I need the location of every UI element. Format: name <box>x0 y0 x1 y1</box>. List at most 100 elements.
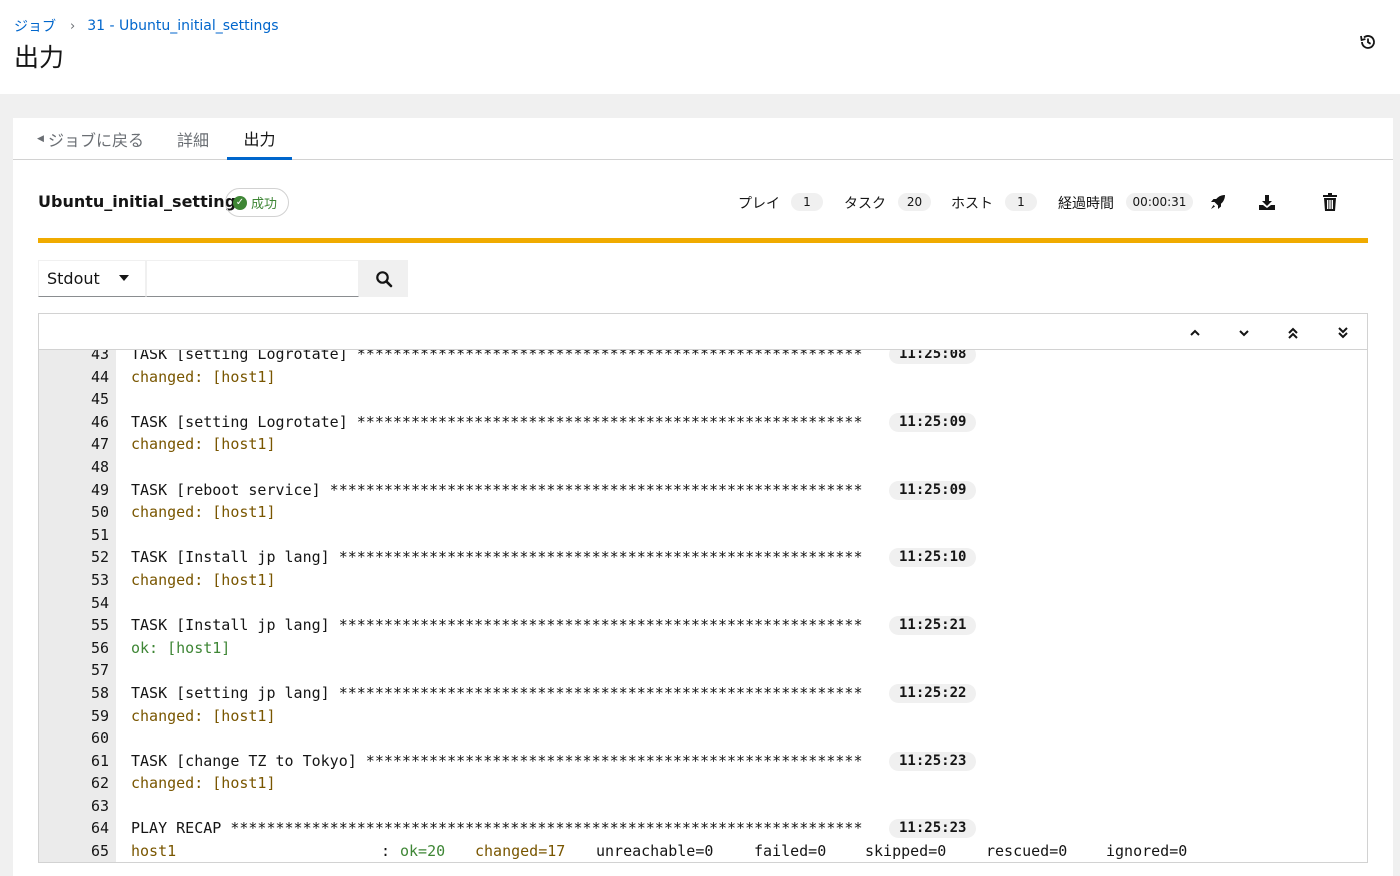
angle-down-icon <box>1239 330 1249 337</box>
relaunch-button[interactable] <box>1206 190 1230 214</box>
recap-rescued: rescued=0 <box>986 842 1068 861</box>
line-text: TASK [setting jp lang] *****************… <box>131 683 863 702</box>
line-text: TASK [setting Logrotate] ***************… <box>131 412 863 431</box>
page-title: 出力 <box>14 43 65 72</box>
line-number: 47 <box>90 435 109 454</box>
status-label: 成功 <box>251 197 278 212</box>
trash-icon <box>1323 193 1337 211</box>
timestamp-badge: 11:25:09 <box>889 480 977 500</box>
hosts-count: 1 <box>1005 193 1037 211</box>
search-type-select[interactable]: Stdout <box>38 260 146 297</box>
angle-double-down-icon <box>1338 327 1348 339</box>
hosts-label: ホスト <box>951 196 993 212</box>
line-text: TASK [Install jp lang] *****************… <box>131 616 863 635</box>
line-number: 58 <box>90 683 109 702</box>
recap-ignored: ignored=0 <box>1106 842 1188 861</box>
chevron-right-icon: › <box>70 18 76 34</box>
search-button[interactable] <box>359 260 408 297</box>
output-line: 62 changed: [host1] <box>39 772 1367 795</box>
output-line: 64 PLAY RECAP ***************************… <box>39 817 1367 840</box>
play-recap-line: 65 host1: ok=20 changed=17 unreachable=0 fail… <box>39 840 1367 862</box>
recap-skipped: skipped=0 <box>865 842 947 861</box>
line-number: 53 <box>90 570 109 589</box>
output-line: 61 TASK [change TZ to Tokyo] ************… <box>39 750 1367 773</box>
timestamp-badge: 11:25:23 <box>889 751 977 771</box>
recap-failed: failed=0 <box>754 842 827 861</box>
line-text: TASK [Install jp lang] *****************… <box>131 548 863 567</box>
timestamp-badge: 11:25:22 <box>889 683 977 703</box>
tasks-count: 20 <box>898 193 931 211</box>
scroll-last-button[interactable] <box>1333 323 1353 343</box>
output-lines: 43 TASK [setting Logrotate] *************… <box>39 343 1367 862</box>
line-text: TASK [reboot service] ******************… <box>131 480 863 499</box>
line-number: 65 <box>90 842 109 861</box>
search-icon <box>375 270 392 287</box>
caret-left-icon: ◀ <box>37 134 44 144</box>
output-line: 51 <box>39 524 1367 547</box>
output-line: 54 <box>39 592 1367 615</box>
angle-double-up-icon <box>1288 327 1298 339</box>
page-header: ジョブ › 31 - Ubuntu_initial_settings 出力 <box>0 0 1400 94</box>
timestamp-badge: 11:25:23 <box>889 819 977 839</box>
output-line: 53 changed: [host1] <box>39 569 1367 592</box>
line-number: 45 <box>90 390 109 409</box>
scroll-next-button[interactable] <box>1234 323 1254 343</box>
breadcrumb-current-job-link[interactable]: 31 - Ubuntu_initial_settings <box>87 18 278 34</box>
recap-unreachable: unreachable=0 <box>596 842 714 861</box>
line-text: changed: [host1] <box>131 706 276 725</box>
download-button[interactable] <box>1255 190 1279 214</box>
job-output-card: ◀ ジョブに戻る 詳細 出力 Ubuntu_initial_settings ✓… <box>13 118 1393 876</box>
tab-back-label: ジョブに戻る <box>47 131 144 150</box>
line-number: 57 <box>90 661 109 680</box>
tasks-label: タスク <box>844 196 886 212</box>
line-number: 54 <box>90 593 109 612</box>
tab-details[interactable]: 詳細 <box>168 118 218 160</box>
recap-changed: changed=17 <box>475 842 566 861</box>
line-text: changed: [host1] <box>131 774 276 793</box>
line-number: 49 <box>90 480 109 499</box>
output-line: 48 <box>39 456 1367 479</box>
timestamp-badge: 11:25:21 <box>889 616 977 636</box>
line-number: 51 <box>90 525 109 544</box>
line-number: 63 <box>90 796 109 815</box>
output-line: 60 <box>39 727 1367 750</box>
output-line: 63 <box>39 795 1367 818</box>
job-status-progress-bar <box>38 238 1368 243</box>
scroll-first-button[interactable] <box>1283 323 1303 343</box>
breadcrumb: ジョブ › 31 - Ubuntu_initial_settings <box>14 16 279 36</box>
elapsed-time: 00:00:31 <box>1126 193 1193 211</box>
recap-colon: : <box>381 842 391 861</box>
line-text: changed: [host1] <box>131 435 276 454</box>
line-text: changed: [host1] <box>131 367 276 386</box>
delete-button[interactable] <box>1318 190 1342 214</box>
search-input[interactable] <box>146 260 359 297</box>
output-line: 46 TASK [setting Logrotate] *************… <box>39 411 1367 434</box>
line-number: 55 <box>90 616 109 635</box>
line-number: 48 <box>90 457 109 476</box>
tab-bar: ◀ ジョブに戻る 詳細 出力 <box>13 118 1393 160</box>
output-line: 50 changed: [host1] <box>39 501 1367 524</box>
timestamp-badge: 11:25:09 <box>889 412 977 432</box>
elapsed-label: 経過時間 <box>1058 196 1114 212</box>
timestamp-badge: 11:25:10 <box>889 548 977 568</box>
job-header: Ubuntu_initial_settings ✓ 成功 プレイ 1 タスク 2… <box>38 188 1368 218</box>
job-name: Ubuntu_initial_settings <box>38 192 246 211</box>
line-number: 46 <box>90 412 109 431</box>
line-number: 56 <box>90 638 109 657</box>
status-badge: ✓ 成功 <box>225 188 289 217</box>
line-text: changed: [host1] <box>131 503 276 522</box>
line-number: 50 <box>90 503 109 522</box>
scroll-previous-button[interactable] <box>1185 323 1205 343</box>
history-button[interactable] <box>1358 32 1378 52</box>
output-line: 55 TASK [Install jp lang] ***************… <box>39 614 1367 637</box>
breadcrumb-jobs-link[interactable]: ジョブ <box>14 16 56 36</box>
line-number: 64 <box>90 819 109 838</box>
tab-output[interactable]: 出力 <box>227 118 292 160</box>
tab-back-to-jobs[interactable]: ◀ ジョブに戻る <box>33 118 148 160</box>
line-number: 52 <box>90 548 109 567</box>
line-number: 44 <box>90 367 109 386</box>
plays-label: プレイ <box>738 196 780 212</box>
line-text: PLAY RECAP *****************************… <box>131 819 863 838</box>
search-type-value: Stdout <box>47 269 100 288</box>
download-icon <box>1259 195 1275 210</box>
